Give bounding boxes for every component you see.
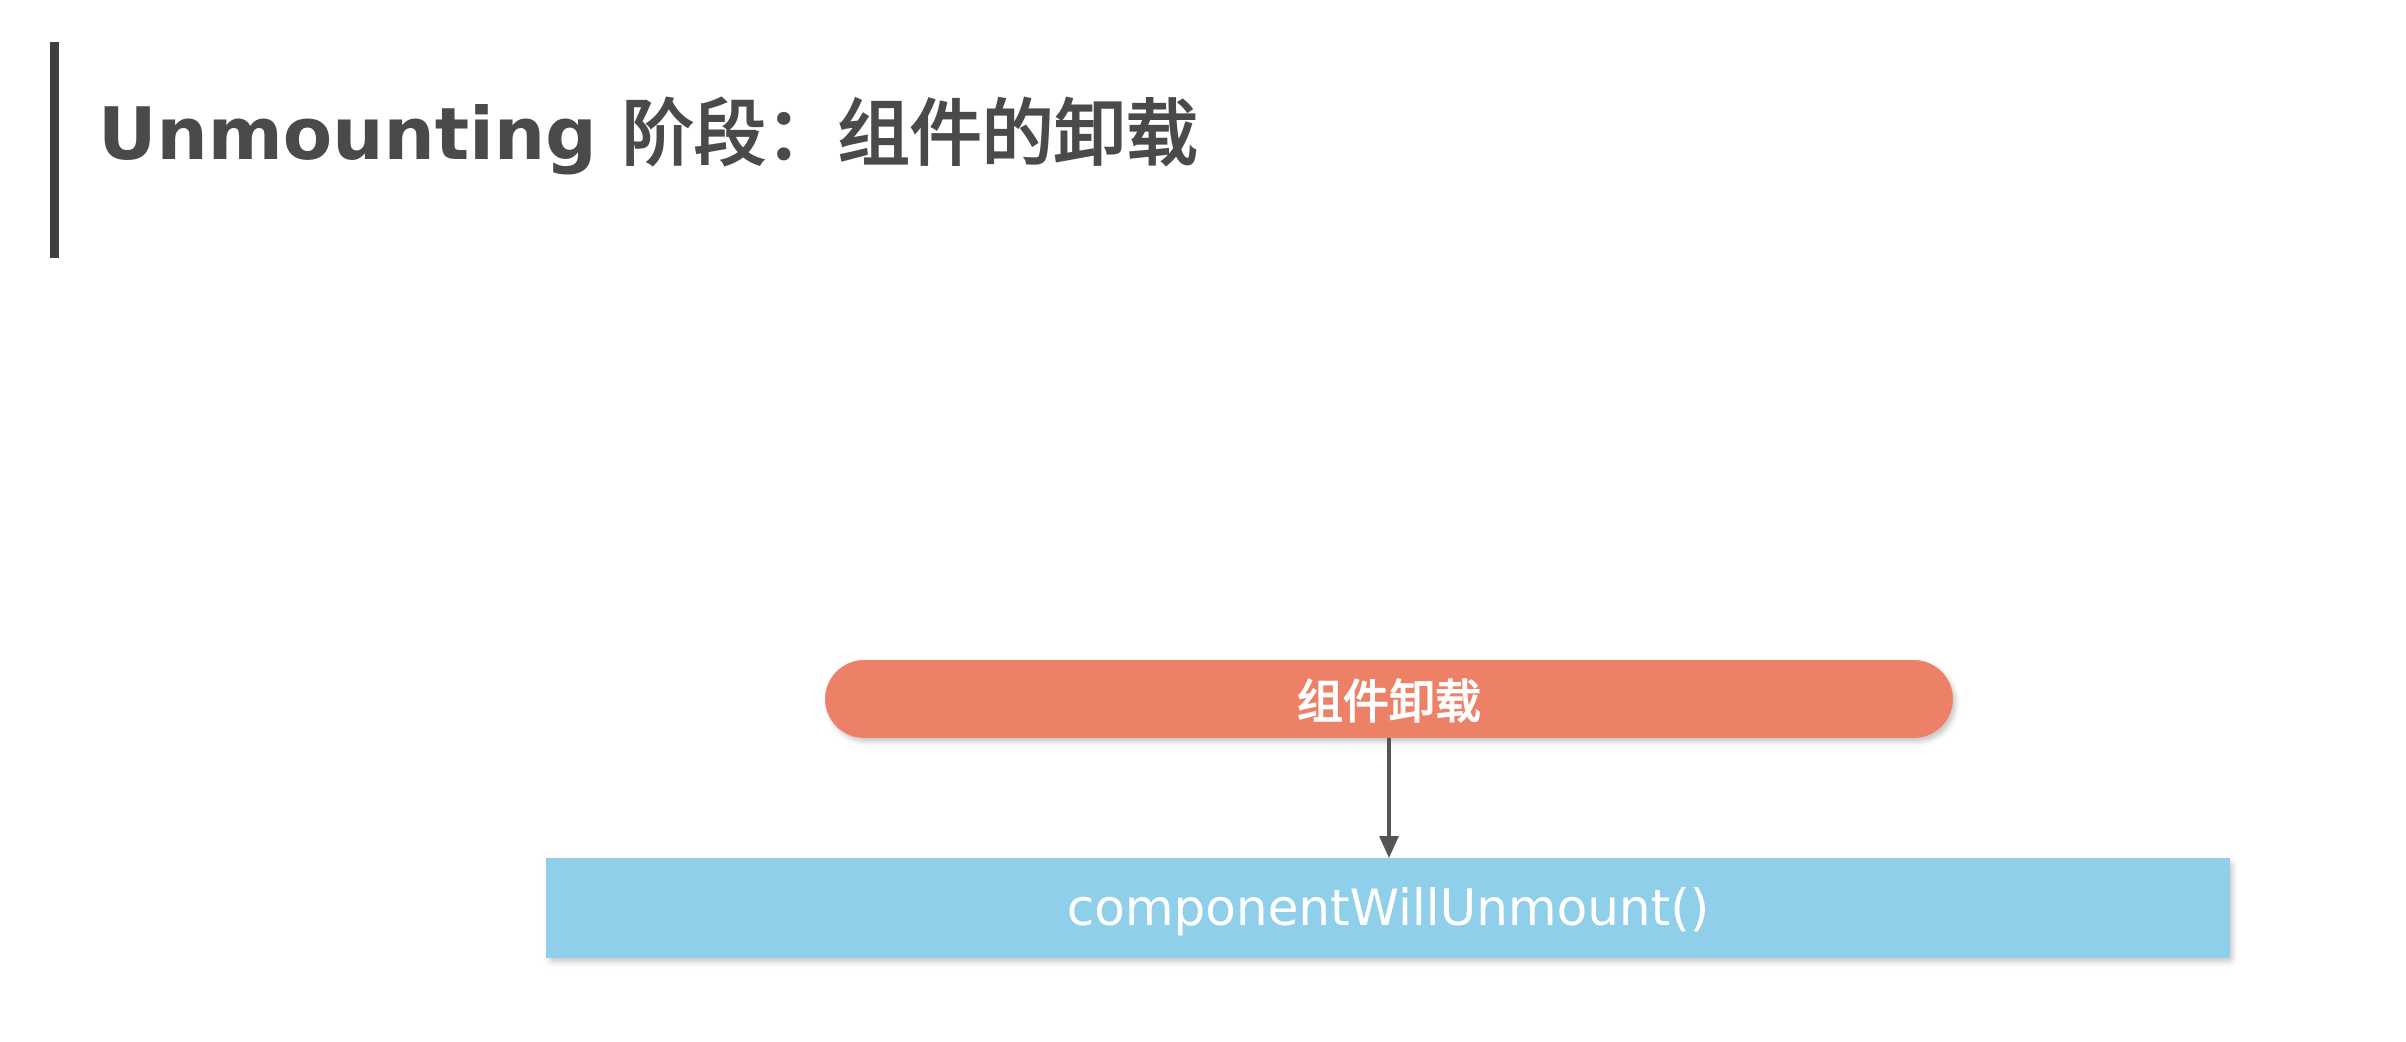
slide-title: Unmounting 阶段：组件的卸载 xyxy=(98,92,1198,176)
lifecycle-method-label: componentWillUnmount() xyxy=(1066,879,1710,937)
lifecycle-method-node: componentWillUnmount() xyxy=(546,858,2230,958)
flow-arrow-head xyxy=(1379,836,1399,858)
title-accent-bar xyxy=(50,42,59,258)
unmount-event-node: 组件卸载 xyxy=(825,660,1953,738)
flow-arrow xyxy=(1379,738,1399,858)
unmount-event-label: 组件卸载 xyxy=(1297,675,1481,729)
slide: Unmounting 阶段：组件的卸载 组件卸载 componentWillUn… xyxy=(0,0,2406,1042)
